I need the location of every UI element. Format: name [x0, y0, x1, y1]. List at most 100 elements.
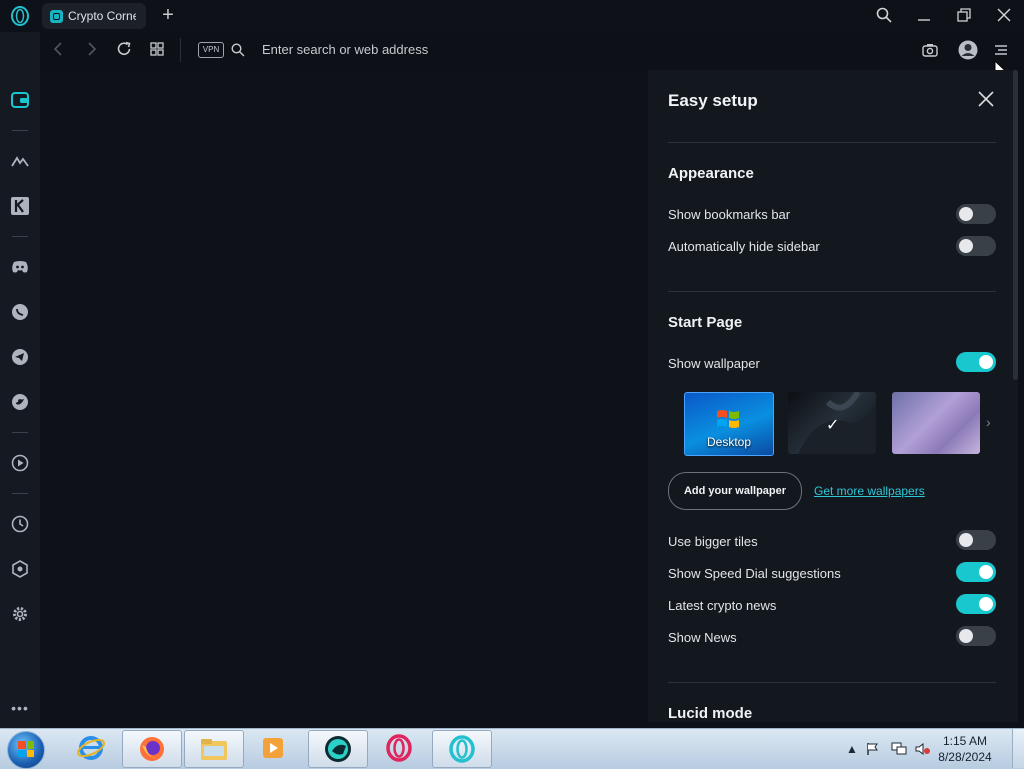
back-icon[interactable] [50, 41, 66, 57]
sidebar-divider [12, 432, 28, 433]
selected-check-icon: ✓ [826, 417, 840, 434]
sidebar-divider [12, 130, 28, 131]
taskbar-opera-crypto[interactable] [308, 730, 368, 768]
opera-crypto-browser-icon [449, 735, 475, 763]
restore-icon[interactable] [954, 5, 974, 25]
action-center-flag-icon[interactable] [866, 742, 880, 759]
section-lucid-mode: Lucid mode [668, 705, 753, 722]
tab-title: Crypto Corner [68, 9, 136, 23]
more-options-icon[interactable]: ••• [8, 696, 32, 720]
taskbar-file-explorer[interactable] [184, 730, 244, 768]
toggle-knob [959, 629, 973, 643]
show-news-toggle[interactable] [956, 626, 996, 646]
internet-explorer-icon [77, 736, 105, 760]
reload-icon[interactable] [116, 41, 132, 57]
toggle-knob [979, 597, 993, 611]
taskbar-opera[interactable] [370, 730, 428, 766]
search-tabs-icon[interactable] [874, 5, 894, 25]
title-bar [0, 0, 1024, 32]
volume-muted-icon[interactable] [915, 742, 931, 759]
folder-icon [201, 739, 227, 760]
discord-icon[interactable] [8, 255, 32, 279]
speed-dial-suggestions-label: Show Speed Dial suggestions [668, 566, 841, 581]
k-app-icon[interactable] [8, 194, 32, 218]
opera-crypto-icon [325, 736, 351, 762]
sidebar-divider [12, 493, 28, 494]
media-player-icon [263, 738, 283, 758]
clock-time: 1:15 AM [942, 734, 988, 748]
close-window-icon[interactable] [994, 5, 1014, 25]
wallpaper-dark-selected[interactable]: ✓ [788, 392, 876, 454]
web-content-area[interactable] [40, 70, 648, 722]
panel-divider [668, 291, 996, 292]
panel-divider [668, 142, 996, 143]
windows-logo-icon [18, 741, 34, 757]
vpn-badge[interactable]: VPN [198, 42, 224, 58]
wallpaper-label: Desktop [706, 435, 752, 449]
latest-crypto-news-label: Latest crypto news [668, 598, 777, 613]
panel-divider [668, 682, 996, 683]
network-icon[interactable] [891, 742, 907, 759]
tab-crypto-corner[interactable]: Crypto Corner [42, 3, 146, 29]
taskbar-media-player[interactable] [244, 730, 302, 766]
chevron-right-icon[interactable]: › [986, 414, 991, 430]
auto-hide-sidebar-toggle[interactable] [956, 236, 996, 256]
show-wallpaper-label: Show wallpaper [668, 356, 760, 371]
twitter-icon[interactable] [8, 390, 32, 414]
toggle-knob [959, 239, 973, 253]
tabs-grid-icon[interactable] [149, 41, 165, 57]
get-more-wallpapers-link[interactable]: Get more wallpapers [814, 484, 925, 498]
panel-title: Easy setup [668, 91, 758, 110]
show-hidden-icons-icon[interactable]: ▲ [846, 742, 858, 756]
telegram-icon[interactable] [8, 345, 32, 369]
whatsapp-icon[interactable] [8, 300, 32, 324]
start-button[interactable] [7, 731, 45, 769]
system-clock[interactable]: 1:15 AM 8/28/2024 [937, 733, 993, 765]
crypto-mountain-icon[interactable] [8, 149, 32, 173]
player-icon[interactable] [8, 451, 32, 475]
latest-crypto-news-toggle[interactable] [956, 594, 996, 614]
close-panel-icon[interactable] [975, 89, 997, 111]
address-input[interactable]: Enter search or web address [262, 42, 428, 57]
show-wallpaper-toggle[interactable] [956, 352, 996, 372]
search-icon [230, 42, 246, 58]
show-desktop-button[interactable] [1012, 729, 1024, 768]
toggle-knob [959, 207, 973, 221]
address-divider [180, 38, 181, 62]
opera-icon [386, 734, 412, 762]
taskbar-internet-explorer[interactable] [62, 730, 120, 766]
sidebar-divider [12, 236, 28, 237]
section-start-page: Start Page [668, 314, 743, 331]
clock-date: 8/28/2024 [938, 750, 992, 764]
settings-gear-icon[interactable] [8, 602, 32, 626]
account-avatar-icon[interactable] [957, 39, 979, 61]
crypto-wallet-icon[interactable] [8, 88, 32, 112]
wallpaper-desktop[interactable]: Desktop [684, 392, 774, 456]
taskbar-firefox[interactable] [122, 730, 182, 768]
section-appearance: Appearance [668, 165, 754, 182]
snapshot-camera-icon[interactable] [921, 41, 939, 59]
show-bookmarks-bar-label: Show bookmarks bar [668, 207, 791, 222]
toggle-knob [959, 533, 973, 547]
easy-setup-menu-icon[interactable] [992, 41, 1010, 59]
crypto-corner-icon [50, 9, 63, 23]
extensions-icon[interactable] [8, 557, 32, 581]
forward-icon[interactable] [84, 41, 100, 57]
use-bigger-tiles-toggle[interactable] [956, 530, 996, 550]
taskbar-opera-gx[interactable] [432, 730, 492, 768]
history-icon[interactable] [8, 512, 32, 536]
panel-scrollbar[interactable] [1013, 70, 1018, 380]
auto-hide-sidebar-label: Automatically hide sidebar [668, 239, 820, 254]
wallpaper-purple[interactable] [892, 392, 980, 454]
new-tab-button[interactable]: + [158, 4, 178, 26]
speed-dial-suggestions-toggle[interactable] [956, 562, 996, 582]
show-news-label: Show News [668, 630, 737, 645]
show-bookmarks-bar-toggle[interactable] [956, 204, 996, 224]
firefox-icon [140, 737, 164, 761]
add-your-wallpaper-button[interactable]: Add your wallpaper [668, 472, 802, 510]
use-bigger-tiles-label: Use bigger tiles [668, 534, 758, 549]
opera-logo-icon[interactable] [8, 6, 32, 26]
toggle-knob [979, 565, 993, 579]
minimize-icon[interactable] [914, 5, 934, 25]
toggle-knob [979, 355, 993, 369]
